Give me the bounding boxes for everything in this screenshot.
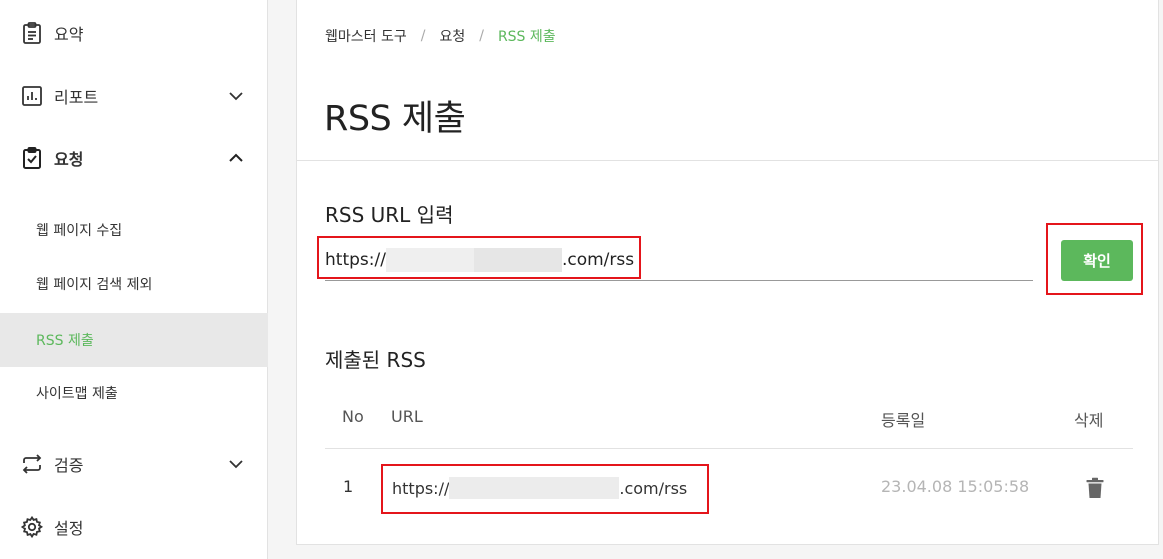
bar-chart-icon [22, 86, 42, 106]
sidebar-item-label: 요청 [54, 150, 84, 169]
breadcrumb-item[interactable]: 웹마스터 도구 [325, 26, 407, 46]
clipboard-check-icon [23, 147, 41, 169]
submitted-rss-label: 제출된 RSS [325, 348, 426, 372]
sidebar-item-settings[interactable]: 설정 [0, 507, 268, 547]
sidebar-item-summary[interactable]: 요약 [0, 13, 268, 53]
sidebar-subitem-web-collect[interactable]: 웹 페이지 수집 [0, 203, 268, 257]
sidebar-item-label: 설정 [54, 519, 84, 538]
row-date: 23.04.08 15:05:58 [881, 477, 1030, 496]
repeat-icon [22, 454, 42, 474]
sidebar-subitem-label: RSS 제출 [36, 333, 94, 349]
rss-url-input-label: RSS URL 입력 [325, 203, 454, 227]
highlight-box [381, 464, 709, 514]
column-header-date: 등록일 [881, 411, 926, 430]
gear-icon [20, 515, 44, 539]
sidebar-subitem-rss-submit[interactable]: RSS 제출 [0, 313, 268, 367]
sidebar-subitem-sitemap-submit[interactable]: 사이트맵 제출 [0, 366, 268, 420]
sidebar: 요약 리포트 요청 웹 페이지 수집 웹 페이지 검색 제외 RSS 제출 사이… [0, 0, 268, 559]
column-header-no: No [342, 407, 364, 426]
clipboard-icon [23, 22, 41, 44]
column-header-delete: 삭제 [1074, 411, 1104, 430]
column-header-url: URL [391, 407, 423, 426]
chevron-down-icon [229, 460, 243, 469]
trash-icon[interactable] [1085, 477, 1105, 499]
sidebar-item-label: 검증 [54, 456, 84, 475]
row-no: 1 [343, 477, 354, 496]
sidebar-item-label: 리포트 [54, 88, 99, 107]
highlight-box [1046, 223, 1143, 295]
breadcrumb-separator: / [420, 28, 426, 44]
breadcrumb-item[interactable]: 요청 [439, 26, 465, 46]
table-header-divider [325, 448, 1133, 449]
sidebar-item-label: 요약 [54, 25, 84, 44]
chevron-down-icon [229, 92, 243, 101]
breadcrumb: 웹마스터 도구 / 요청 / RSS 제출 [325, 26, 556, 46]
highlight-box [317, 236, 641, 279]
sidebar-subitem-label: 웹 페이지 수집 [36, 223, 123, 239]
sidebar-item-verify[interactable]: 검증 [0, 444, 268, 484]
breadcrumb-separator: / [479, 28, 484, 44]
sidebar-subitem-label: 사이트맵 제출 [36, 386, 118, 402]
divider [297, 160, 1158, 161]
sidebar-subitem-web-exclude[interactable]: 웹 페이지 검색 제외 [0, 257, 268, 311]
main-panel: 웹마스터 도구 / 요청 / RSS 제출 RSS 제출 RSS URL 입력 … [296, 0, 1159, 545]
breadcrumb-current: RSS 제출 [497, 29, 556, 45]
sidebar-item-request[interactable]: 요청 [0, 138, 268, 178]
sidebar-subitem-label: 웹 페이지 검색 제외 [36, 277, 153, 293]
page-title: RSS 제출 [324, 99, 466, 139]
sidebar-item-report[interactable]: 리포트 [0, 76, 268, 116]
chevron-up-icon [229, 153, 243, 162]
